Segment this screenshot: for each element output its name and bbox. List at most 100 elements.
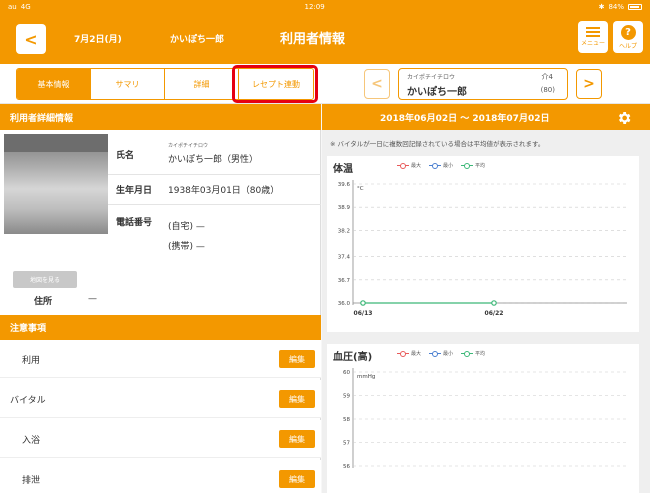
temperature-plot: °C 39.6 38.9 38.2 37.4 36.7 36.006/13 06/22 [338,180,627,317]
page-title: 利用者情報 [280,32,346,47]
next-user-button[interactable]: > [576,69,602,99]
legend-max-label: 最大 [411,163,422,169]
legend-min-label: 最小 [443,351,454,357]
blood-pressure-chart: 血圧(高) 最大 最小 平均 mmHg 60 59 58 57 56 [327,344,639,493]
y-tick-label: 59 [343,394,350,400]
x-tick-label: 06/13 [354,310,373,317]
status-bar: au 4G 12:09 ✱ 84% [0,0,650,14]
phone-row: 電話番号 (自宅) — (携帯) — [108,204,321,262]
legend-min-label: 最小 [443,163,454,169]
edit-button[interactable]: 編集 [279,390,315,408]
y-unit-label: °C [357,186,364,192]
date-range: 2018年06月02日 〜 2018年07月02日 [380,114,550,124]
highlight-frame [232,65,318,103]
help-button[interactable]: ? ヘルプ [613,21,643,53]
phone-mobile: (携帯) — [168,242,205,252]
user-age: (80) [540,86,555,94]
address-label: 住所 [34,297,53,307]
y-unit-label: mmHg [357,374,375,380]
legend-avg-swatch [461,163,474,169]
date-range-bar: 2018年06月02日 〜 2018年07月02日 [322,104,650,130]
y-tick-label: 38.9 [338,205,351,211]
blood-pressure-plot: mmHg 60 59 58 57 56 [343,368,627,470]
note-row-excretion: 排泄 編集 [0,460,321,493]
notes-section-header: 注意事項 [0,315,321,340]
chart-legend: 最大 最小 平均 [397,350,485,357]
note-row-bath: 入浴 編集 [0,420,321,458]
address-value: — [88,294,97,304]
edit-button[interactable]: 編集 [279,350,315,368]
y-tick-label: 60 [343,370,350,376]
map-button[interactable]: 地図を見る [13,271,77,288]
y-tick-label: 58 [343,417,350,423]
chevron-left-icon: < [24,29,38,49]
vital-note: ※ バイタルが一日に複数回記録されている場合は平均値が表示されます。 [330,140,545,148]
note-label: 入浴 [22,436,41,446]
legend-min-swatch [429,351,442,357]
legend-max-swatch [397,351,409,357]
name-label: 氏名 [116,151,135,161]
chart-legend: 最大 最小 平均 [397,162,485,169]
note-label: 排泄 [22,476,41,486]
legend-avg-swatch [461,351,474,357]
menu-button[interactable]: メニュー [578,21,608,53]
help-label: ヘルプ [618,42,637,50]
user-selector[interactable]: カイポチイチロウ 介4 かいぽち一郎 (80) [398,68,568,100]
note-row-usage: 利用 編集 [0,340,321,378]
y-tick-label: 39.6 [338,182,351,188]
user-kana: カイポチイチロウ [407,74,456,81]
hamburger-icon [586,27,600,37]
battery-icon [628,4,642,10]
legend-max-label: 最大 [411,351,422,357]
tab-details[interactable]: 詳細 [165,69,239,99]
y-tick-label: 57 [343,441,350,447]
gear-icon[interactable] [616,110,632,126]
y-tick-label: 37.4 [338,255,351,261]
y-tick-label: 36.0 [338,301,351,307]
prev-user-button[interactable]: < [364,69,390,99]
y-tick-label: 56 [343,464,350,470]
header-user-name: かいぽち一郎 [170,35,225,45]
back-button[interactable]: < [16,24,46,54]
name-row: 氏名 カイポチイチロウ かいぽち一郎（男性） [108,134,321,174]
phone-label: 電話番号 [116,218,153,228]
data-point [491,300,497,306]
clock: 12:09 [304,3,325,11]
temperature-chart: 体温 最大 最小 平均 °C 39.6 38.9 38.2 37.4 36.7 36.0 06… [327,156,639,332]
note-label: バイタル [10,396,46,406]
name-value: かいぽち一郎（男性） [168,155,259,165]
chart-title: 血圧(高) [333,352,373,363]
chevron-left-icon: < [371,76,383,92]
legend-min-swatch [429,163,442,169]
header-date: 7月2日(月) [74,35,122,45]
app-header: < 7月2日(月) かいぽち一郎 利用者情報 メニュー ? ヘルプ [0,14,650,64]
battery-percent: 84% [608,3,624,11]
user-photo [4,134,108,234]
y-tick-label: 36.7 [338,278,351,284]
name-kana: カイポチイチロウ [168,143,209,149]
edit-button[interactable]: 編集 [279,470,315,488]
care-level: 介4 [541,73,553,81]
legend-avg-label: 平均 [475,163,486,169]
legend-avg-label: 平均 [475,351,486,357]
carrier-label: au [8,3,17,11]
network-label: 4G [20,3,31,11]
tab-bar: 基本情報 サマリ 詳細 レセプト連動 < カイポチイチロウ 介4 かいぽち一郎 … [0,64,650,104]
x-tick-label: 06/22 [485,310,504,317]
note-label: 利用 [22,356,41,366]
birth-value: 1938年03月01日（80歳） [168,186,280,196]
phone-home: (自宅) — [168,222,205,232]
detail-section-header: 利用者詳細情報 [0,104,321,130]
legend-max-swatch [397,163,409,169]
tab-basic-info[interactable]: 基本情報 [17,69,91,99]
question-icon: ? [620,24,636,40]
tab-summary[interactable]: サマリ [91,69,165,99]
birth-label: 生年月日 [116,186,153,196]
menu-label: メニュー [580,40,605,47]
note-row-vital: バイタル 編集 [0,380,321,418]
user-name: かいぽち一郎 [407,87,467,98]
y-tick-label: 38.2 [338,228,350,234]
chart-title: 体温 [333,164,353,175]
data-point [360,300,366,306]
edit-button[interactable]: 編集 [279,430,315,448]
